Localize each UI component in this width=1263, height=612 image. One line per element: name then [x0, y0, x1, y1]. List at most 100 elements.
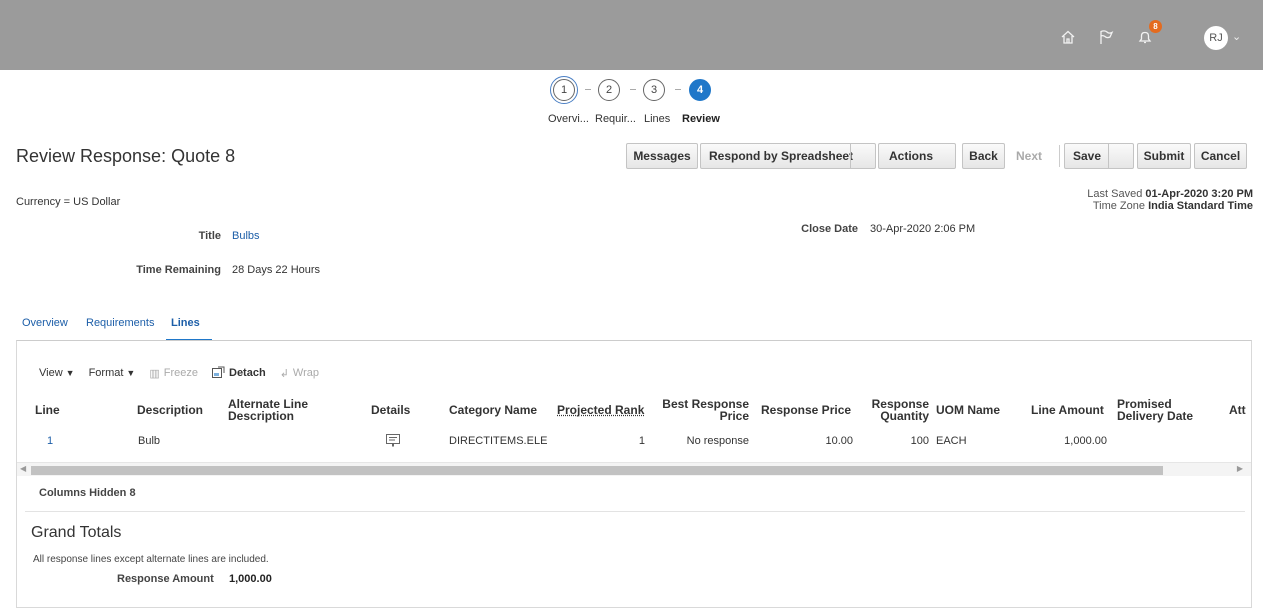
global-header: 8 RJ ⌄ [0, 0, 1263, 70]
scroll-right-icon[interactable]: ▶ [1237, 464, 1243, 473]
view-label: View [39, 367, 63, 379]
tab-lines[interactable]: Lines [171, 317, 200, 329]
title-value[interactable]: Bulbs [232, 230, 260, 242]
cell-uom-name: EACH [936, 435, 967, 447]
column-header-line[interactable]: Line [35, 393, 60, 427]
lines-panel: View ▼ Format ▼ ▥ Freeze Detach ↲ Wrap Line … [16, 340, 1252, 608]
currency-text: Currency = US Dollar [16, 196, 121, 208]
split-divider [1108, 144, 1109, 168]
close-date-label: Close Date [801, 223, 858, 235]
column-header-response-price[interactable]: Response Price [761, 393, 851, 427]
column-header-category-name[interactable]: Category Name [449, 393, 537, 427]
tab-overview[interactable]: Overview [22, 317, 68, 329]
last-saved-info: Last Saved 01-Apr-2020 3:20 PM Time Zone… [1087, 188, 1253, 212]
detach-icon [212, 366, 225, 381]
button-group-divider [1059, 145, 1060, 167]
response-amount-value: 1,000.00 [229, 573, 272, 585]
response-amount-label: Response Amount [117, 573, 214, 585]
columns-hidden-text: Columns Hidden 8 [39, 487, 136, 499]
train-stop-3[interactable]: 3 [643, 79, 665, 101]
cancel-button[interactable]: Cancel [1194, 143, 1247, 169]
time-zone-label: Time Zone [1092, 200, 1145, 212]
messages-button[interactable]: Messages [626, 143, 698, 169]
train-connector [585, 89, 591, 90]
cell-projected-rank: 1 [638, 435, 645, 447]
column-header-projected-rank[interactable]: Projected Rank [557, 393, 644, 427]
column-header-alternate-line-description[interactable]: Alternate Line Description [228, 393, 333, 427]
save-button[interactable]: Save [1064, 143, 1134, 169]
column-header-promised-delivery-date[interactable]: Promised Delivery Date [1117, 393, 1201, 427]
last-saved-label: Last Saved [1087, 188, 1143, 200]
user-avatar[interactable]: RJ [1204, 26, 1228, 50]
scrollbar-thumb[interactable] [31, 466, 1163, 475]
cell-best-response-price: No response [686, 435, 749, 447]
grand-totals-title: Grand Totals [31, 524, 122, 541]
time-remaining-label: Time Remaining [136, 264, 221, 276]
home-icon[interactable] [1057, 26, 1079, 48]
train-label-overview[interactable]: Overvi... [548, 113, 589, 125]
save-label: Save [1073, 149, 1102, 163]
train-stop-2[interactable]: 2 [598, 79, 620, 101]
page-title: Review Response: Quote 8 [16, 146, 236, 166]
train-connector [675, 89, 681, 90]
freeze-icon: ▥ [149, 367, 160, 380]
close-date-value: 30-Apr-2020 2:06 PM [870, 223, 976, 235]
columns-hidden-label: Columns Hidden [39, 487, 127, 499]
wrap-label: Wrap [292, 367, 319, 379]
column-header-details[interactable]: Details [371, 393, 410, 427]
last-saved-value: 01-Apr-2020 3:20 PM [1145, 188, 1253, 200]
time-zone-value: India Standard Time [1148, 200, 1253, 212]
caret-down-icon: ▼ [65, 368, 75, 378]
freeze-button: ▥ Freeze [149, 367, 198, 380]
flag-icon[interactable] [1095, 26, 1117, 48]
detach-button[interactable]: Detach [212, 366, 266, 381]
grand-totals-note: All response lines except alternate line… [33, 554, 269, 565]
actions-button[interactable]: Actions [878, 143, 956, 169]
next-button: Next [1009, 143, 1049, 169]
cell-response-quantity: 100 [910, 435, 929, 447]
column-header-uom-name[interactable]: UOM Name [936, 393, 1000, 427]
caret-down-icon: ▼ [126, 368, 136, 378]
column-header-description[interactable]: Description [137, 393, 203, 427]
train-stop-1[interactable]: 1 [550, 76, 578, 104]
table-header: Line Description Alternate Line Descript… [17, 393, 1253, 427]
process-train: 1 2 3 4 Overvi... Requir... Lines Review [548, 76, 738, 129]
divider [25, 511, 1245, 512]
time-remaining-value: 28 Days 22 Hours [232, 264, 321, 276]
train-label-review: Review [682, 113, 720, 125]
horizontal-scrollbar[interactable]: ◀ ▶ [17, 462, 1251, 476]
columns-hidden-count: 8 [129, 487, 136, 499]
train-label-lines[interactable]: Lines [644, 113, 670, 125]
notification-count-badge: 8 [1149, 20, 1162, 33]
freeze-label: Freeze [163, 367, 198, 379]
title-label: Title [198, 230, 221, 242]
wrap-icon: ↲ [279, 367, 289, 380]
actions-label: Actions [889, 149, 934, 163]
tab-requirements[interactable]: Requirements [86, 317, 154, 329]
wrap-button: ↲ Wrap [280, 367, 319, 380]
format-label: Format [88, 367, 124, 379]
view-menu[interactable]: View ▼ [39, 367, 75, 379]
scroll-left-icon[interactable]: ◀ [20, 464, 26, 473]
table-toolbar: View ▼ Format ▼ ▥ Freeze Detach ↲ Wrap [39, 365, 333, 381]
cell-description: Bulb [138, 435, 161, 447]
details-icon[interactable] [386, 434, 400, 450]
back-button[interactable]: Back [962, 143, 1005, 169]
respond-by-spreadsheet-label: Respond by Spreadsheet [709, 149, 854, 163]
chevron-down-icon[interactable]: ⌄ [1232, 30, 1241, 43]
detach-label: Detach [229, 367, 266, 379]
cell-category-name: DIRECTITEMS.ELE [449, 435, 548, 447]
column-header-line-amount[interactable]: Line Amount [1031, 393, 1104, 427]
column-header-response-quantity[interactable]: Response Quantity [865, 393, 929, 427]
table-row[interactable]: 1 Bulb DIRECTITEMS.ELE 1 No response 10.… [17, 434, 1253, 455]
column-header-attachments[interactable]: Att [1229, 393, 1246, 427]
bell-icon[interactable]: 8 [1134, 20, 1162, 48]
cell-line-amount: 1,000.00 [1064, 435, 1107, 447]
column-header-best-response-price[interactable]: Best Response Price [657, 393, 749, 427]
format-menu[interactable]: Format ▼ [89, 367, 136, 379]
respond-by-spreadsheet-button[interactable]: Respond by Spreadsheet [700, 143, 876, 169]
train-stop-4[interactable]: 4 [689, 79, 711, 101]
train-label-requirements[interactable]: Requir... [595, 113, 636, 125]
cell-line[interactable]: 1 [47, 435, 53, 447]
submit-button[interactable]: Submit [1137, 143, 1191, 169]
